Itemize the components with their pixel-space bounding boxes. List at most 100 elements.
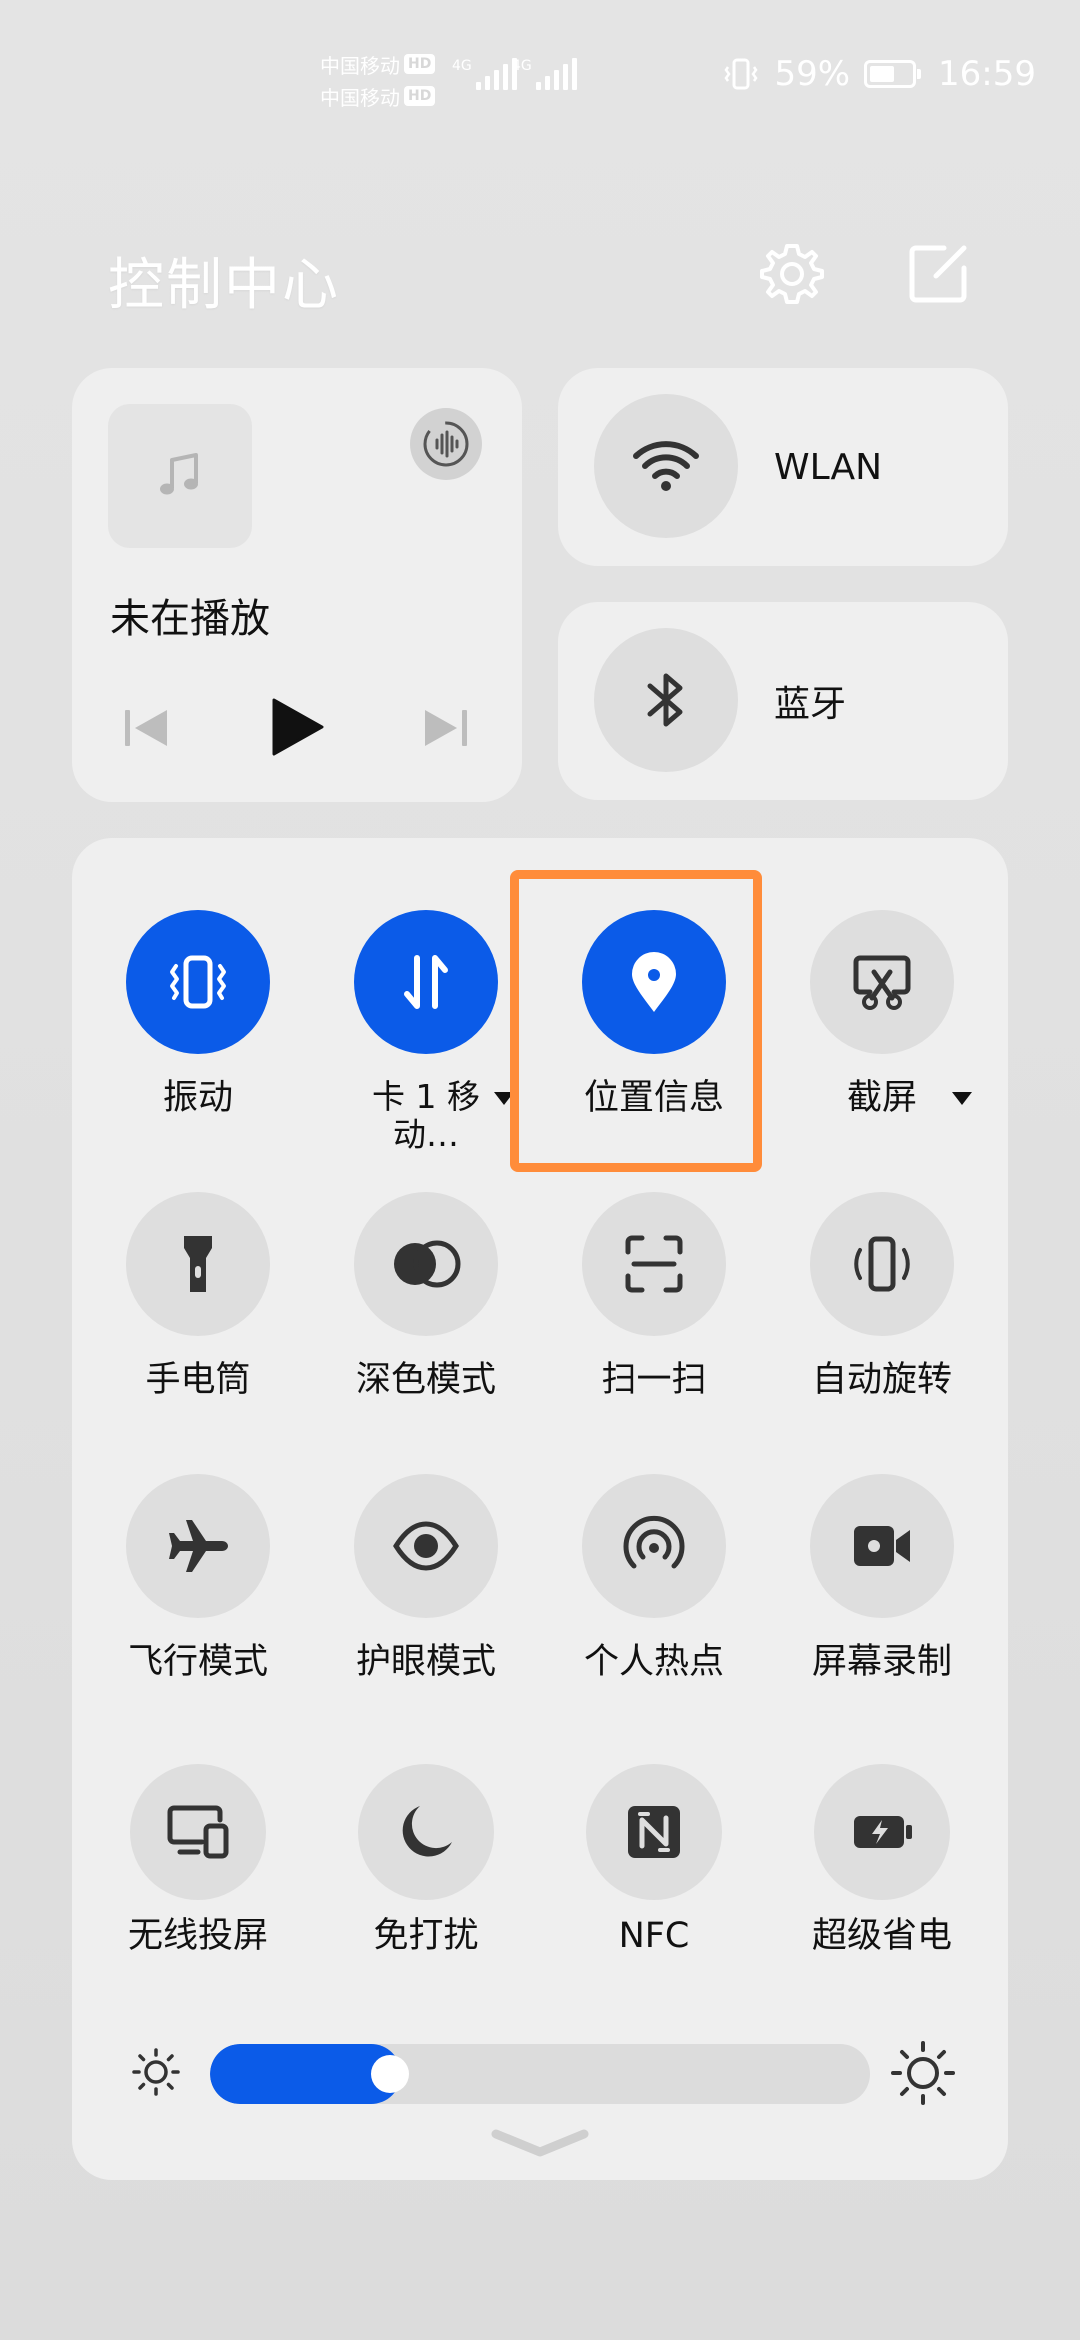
auto-rotate-icon <box>854 1236 910 1292</box>
flashlight-icon <box>184 1236 212 1292</box>
tile-wireless-projection[interactable]: 无线投屏 <box>98 1764 298 2004</box>
scan-toggle[interactable] <box>582 1192 726 1336</box>
tile-label: 个人热点 <box>583 1642 724 1682</box>
signal-1-icon: 4G <box>452 58 517 90</box>
album-art <box>108 404 252 548</box>
mobile-data-toggle[interactable] <box>354 910 498 1054</box>
previous-button[interactable] <box>116 698 176 758</box>
tile-power-saving[interactable]: 超级省电 <box>782 1764 982 2004</box>
tile-label: 超级省电 <box>811 1916 952 1956</box>
do-not-disturb-toggle[interactable] <box>358 1764 494 1900</box>
tile-label: 自动旋转 <box>811 1360 952 1400</box>
tile-airplane[interactable]: 飞行模式 <box>98 1474 298 1714</box>
bluetooth-toggle-button[interactable] <box>594 628 738 772</box>
tile-label: 免打扰 <box>373 1916 479 1956</box>
tile-label: 护眼模式 <box>355 1642 496 1682</box>
tile-label: NFC <box>618 1916 690 1956</box>
tile-label: 卡 1 移 动… <box>372 1077 480 1154</box>
next-button[interactable] <box>416 698 476 758</box>
network-type-2: 4G <box>512 58 532 74</box>
tile-hotspot[interactable]: 个人热点 <box>554 1474 754 1714</box>
play-button[interactable] <box>262 692 332 762</box>
battery-percent: 59% <box>774 54 851 94</box>
tile-eye-comfort[interactable]: 护眼模式 <box>326 1474 526 1714</box>
audio-output-button[interactable] <box>410 408 482 480</box>
gear-icon <box>760 244 824 304</box>
moon-icon <box>402 1806 452 1857</box>
media-card[interactable]: 未在播放 <box>72 368 522 802</box>
vibrate-mode-icon <box>724 58 758 90</box>
status-bar: 中国移动 HD 中国移动 HD 4G 4G 59% 16:59 <box>0 0 1080 140</box>
battery-icon <box>864 60 922 88</box>
tile-scan[interactable]: 扫一扫 <box>554 1192 754 1432</box>
mobile-data-menu-caret[interactable] <box>494 1092 514 1105</box>
tile-label: 振动 <box>162 1078 233 1118</box>
airplane-toggle[interactable] <box>126 1474 270 1618</box>
flashlight-toggle[interactable] <box>126 1192 270 1336</box>
power-saving-icon <box>854 1816 912 1848</box>
tile-vibrate[interactable]: 振动 <box>98 910 298 1150</box>
wireless-projection-toggle[interactable] <box>130 1764 266 1900</box>
vibrate-toggle[interactable] <box>126 910 270 1054</box>
page-title: 控制中心 <box>108 253 340 318</box>
network-type-1: 4G <box>452 58 472 74</box>
bluetooth-label: 蓝牙 <box>774 684 847 725</box>
auto-rotate-toggle[interactable] <box>810 1192 954 1336</box>
settings-button[interactable] <box>756 238 828 310</box>
nfc-icon <box>628 1806 680 1858</box>
tile-mobile-data[interactable]: 卡 1 移 动… <box>326 910 526 1154</box>
tile-label: 飞行模式 <box>127 1642 268 1682</box>
tile-location[interactable]: 位置信息 <box>554 910 754 1150</box>
eye-icon <box>393 1521 459 1571</box>
power-saving-toggle[interactable] <box>814 1764 950 1900</box>
location-pin-icon <box>632 952 676 1012</box>
wlan-label: WLAN <box>774 446 883 488</box>
dark-mode-toggle[interactable] <box>354 1192 498 1336</box>
tile-auto-rotate[interactable]: 自动旋转 <box>782 1192 982 1432</box>
tile-label: 屏幕录制 <box>811 1642 952 1682</box>
screenshot-menu-caret[interactable] <box>952 1092 972 1105</box>
wlan-toggle[interactable]: WLAN <box>558 368 1008 566</box>
tile-label: 深色模式 <box>355 1360 496 1400</box>
tile-flashlight[interactable]: 手电筒 <box>98 1192 298 1432</box>
carrier-info: 中国移动 HD 中国移动 HD <box>320 48 436 112</box>
edit-button[interactable] <box>902 238 974 310</box>
previous-icon <box>125 710 167 746</box>
carrier-2-label: 中国移动 <box>320 85 400 110</box>
clock: 16:59 <box>938 54 1036 94</box>
media-status: 未在播放 <box>110 596 270 642</box>
tile-screen-record[interactable]: 屏幕录制 <box>782 1474 982 1714</box>
tile-screenshot[interactable]: 截屏 <box>782 910 982 1150</box>
tile-dark-mode[interactable]: 深色模式 <box>326 1192 526 1432</box>
bluetooth-toggle[interactable]: 蓝牙 <box>558 602 1008 800</box>
screen-record-toggle[interactable] <box>810 1474 954 1618</box>
brightness-thumb[interactable] <box>371 2055 409 2093</box>
tile-do-not-disturb[interactable]: 免打扰 <box>326 1764 526 2004</box>
hotspot-toggle[interactable] <box>582 1474 726 1618</box>
tile-nfc[interactable]: NFC <box>554 1764 754 2004</box>
location-toggle[interactable] <box>582 910 726 1054</box>
scan-icon <box>625 1235 683 1293</box>
eye-comfort-toggle[interactable] <box>354 1474 498 1618</box>
play-icon <box>272 698 324 756</box>
audio-output-icon <box>423 421 469 467</box>
wlan-toggle-button[interactable] <box>594 394 738 538</box>
carrier-1-label: 中国移动 <box>320 53 400 78</box>
brightness-low-icon <box>132 2048 180 2096</box>
hd-badge: HD <box>404 86 436 106</box>
bluetooth-icon <box>647 673 683 727</box>
wifi-icon <box>633 441 699 491</box>
collapse-handle-icon[interactable] <box>488 2124 592 2164</box>
tile-label: 无线投屏 <box>127 1916 268 1956</box>
tile-label: 扫一扫 <box>601 1360 707 1400</box>
hd-badge: HD <box>404 54 436 74</box>
next-icon <box>425 710 467 746</box>
nfc-toggle[interactable] <box>586 1764 722 1900</box>
airplane-icon <box>169 1520 228 1572</box>
edit-icon <box>909 245 967 303</box>
screenshot-toggle[interactable] <box>810 910 954 1054</box>
vibrate-icon <box>170 955 226 1009</box>
screenshot-icon <box>853 955 911 1010</box>
brightness-slider[interactable] <box>210 2044 870 2104</box>
hotspot-icon <box>623 1515 685 1569</box>
